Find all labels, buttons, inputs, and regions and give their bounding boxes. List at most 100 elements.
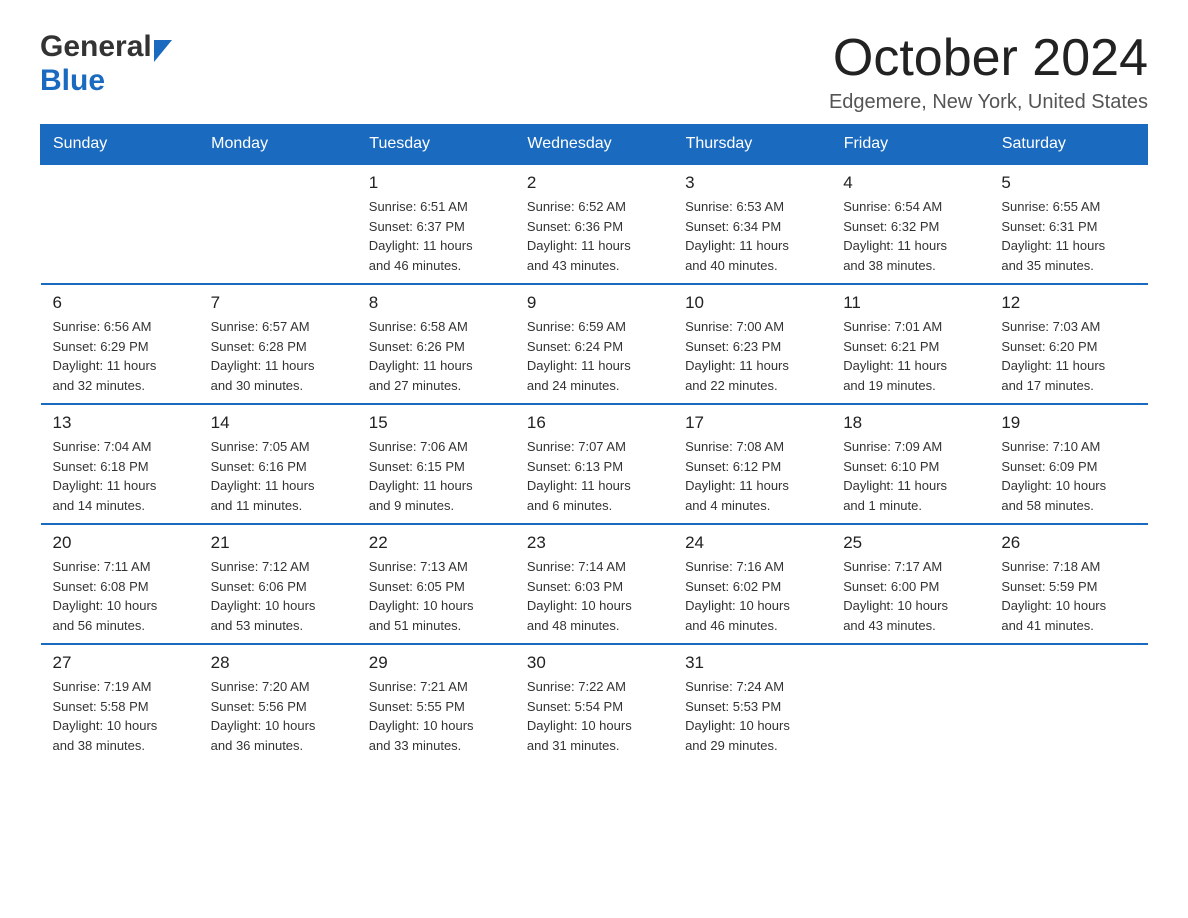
calendar-cell: 21 Sunrise: 7:12 AM Sunset: 6:06 PM Dayli… (199, 524, 357, 644)
day-info: Sunrise: 7:03 AM Sunset: 6:20 PM Dayligh… (1001, 317, 1135, 395)
calendar-cell: 28 Sunrise: 7:20 AM Sunset: 5:56 PM Dayli… (199, 644, 357, 763)
calendar-cell: 13 Sunrise: 7:04 AM Sunset: 6:18 PM Dayli… (41, 404, 199, 524)
calendar-cell (989, 644, 1147, 763)
day-number: 13 (53, 413, 187, 433)
calendar-week-row: 6Sunrise: 6:56 AM Sunset: 6:29 PM Daylig… (41, 284, 1148, 404)
day-info: Sunrise: 6:57 AM Sunset: 6:28 PM Dayligh… (211, 317, 345, 395)
day-number: 29 (369, 653, 503, 673)
day-info: Sunrise: 7:00 AM Sunset: 6:23 PM Dayligh… (685, 317, 819, 395)
day-number: 16 (527, 413, 661, 433)
day-number: 24 (685, 533, 819, 553)
calendar-cell: 30Sunrise: 7:22 AM Sunset: 5:54 PM Dayli… (515, 644, 673, 763)
day-info: Sunrise: 6:56 AM Sunset: 6:29 PM Dayligh… (53, 317, 187, 395)
day-info: Sunrise: 6:51 AM Sunset: 6:37 PM Dayligh… (369, 197, 503, 275)
day-number: 10 (685, 293, 819, 313)
calendar-cell: 22 Sunrise: 7:13 AM Sunset: 6:05 PM Dayli… (357, 524, 515, 644)
day-info: Sunrise: 7:21 AM Sunset: 5:55 PM Dayligh… (369, 677, 503, 755)
day-number: 28 (211, 653, 345, 673)
calendar-cell: 17Sunrise: 7:08 AM Sunset: 6:12 PM Dayli… (673, 404, 831, 524)
calendar-week-row: 1 Sunrise: 6:51 AM Sunset: 6:37 PM Daylig… (41, 164, 1148, 284)
day-info: Sunrise: 6:59 AM Sunset: 6:24 PM Dayligh… (527, 317, 661, 395)
day-info: Sunrise: 6:52 AM Sunset: 6:36 PM Dayligh… (527, 197, 661, 275)
calendar-cell: 15 Sunrise: 7:06 AM Sunset: 6:15 PM Dayli… (357, 404, 515, 524)
day-info: Sunrise: 7:18 AM Sunset: 5:59 PM Dayligh… (1001, 557, 1135, 635)
page-subtitle: Edgemere, New York, United States (829, 91, 1148, 114)
page-header: General Blue October 2024 Edgemere, New … (40, 30, 1148, 114)
day-info: Sunrise: 7:12 AM Sunset: 6:06 PM Dayligh… (211, 557, 345, 635)
day-info: Sunrise: 7:07 AM Sunset: 6:13 PM Dayligh… (527, 437, 661, 515)
calendar-cell: 11 Sunrise: 7:01 AM Sunset: 6:21 PM Dayli… (831, 284, 989, 404)
calendar-cell (41, 164, 199, 284)
calendar-cell: 5Sunrise: 6:55 AM Sunset: 6:31 PM Daylig… (989, 164, 1147, 284)
calendar-cell: 25 Sunrise: 7:17 AM Sunset: 6:00 PM Dayli… (831, 524, 989, 644)
calendar-cell: 14 Sunrise: 7:05 AM Sunset: 6:16 PM Dayli… (199, 404, 357, 524)
day-number: 21 (211, 533, 345, 553)
day-number: 8 (369, 293, 503, 313)
header-wednesday: Wednesday (515, 125, 673, 165)
day-number: 17 (685, 413, 819, 433)
day-info: Sunrise: 7:13 AM Sunset: 6:05 PM Dayligh… (369, 557, 503, 635)
calendar-cell: 19Sunrise: 7:10 AM Sunset: 6:09 PM Dayli… (989, 404, 1147, 524)
day-number: 3 (685, 173, 819, 193)
day-number: 9 (527, 293, 661, 313)
calendar-week-row: 27 Sunrise: 7:19 AM Sunset: 5:58 PM Dayli… (41, 644, 1148, 763)
calendar-cell: 12 Sunrise: 7:03 AM Sunset: 6:20 PM Dayli… (989, 284, 1147, 404)
day-info: Sunrise: 7:09 AM Sunset: 6:10 PM Dayligh… (843, 437, 977, 515)
header-thursday: Thursday (673, 125, 831, 165)
calendar-cell: 10 Sunrise: 7:00 AM Sunset: 6:23 PM Dayli… (673, 284, 831, 404)
day-number: 5 (1001, 173, 1135, 193)
header-saturday: Saturday (989, 125, 1147, 165)
day-number: 12 (1001, 293, 1135, 313)
header-tuesday: Tuesday (357, 125, 515, 165)
day-info: Sunrise: 7:10 AM Sunset: 6:09 PM Dayligh… (1001, 437, 1135, 515)
calendar-cell: 24 Sunrise: 7:16 AM Sunset: 6:02 PM Dayli… (673, 524, 831, 644)
day-number: 14 (211, 413, 345, 433)
day-info: Sunrise: 7:19 AM Sunset: 5:58 PM Dayligh… (53, 677, 187, 755)
day-info: Sunrise: 7:16 AM Sunset: 6:02 PM Dayligh… (685, 557, 819, 635)
day-info: Sunrise: 7:24 AM Sunset: 5:53 PM Dayligh… (685, 677, 819, 755)
day-number: 23 (527, 533, 661, 553)
day-info: Sunrise: 7:01 AM Sunset: 6:21 PM Dayligh… (843, 317, 977, 395)
day-number: 25 (843, 533, 977, 553)
day-info: Sunrise: 6:53 AM Sunset: 6:34 PM Dayligh… (685, 197, 819, 275)
calendar-week-row: 20Sunrise: 7:11 AM Sunset: 6:08 PM Dayli… (41, 524, 1148, 644)
day-number: 22 (369, 533, 503, 553)
calendar-cell: 7Sunrise: 6:57 AM Sunset: 6:28 PM Daylig… (199, 284, 357, 404)
calendar-cell: 27 Sunrise: 7:19 AM Sunset: 5:58 PM Dayli… (41, 644, 199, 763)
day-number: 4 (843, 173, 977, 193)
calendar-cell (831, 644, 989, 763)
day-number: 27 (53, 653, 187, 673)
calendar-cell: 29 Sunrise: 7:21 AM Sunset: 5:55 PM Dayli… (357, 644, 515, 763)
day-number: 11 (843, 293, 977, 313)
day-info: Sunrise: 7:17 AM Sunset: 6:00 PM Dayligh… (843, 557, 977, 635)
logo-general-text: General (40, 30, 152, 64)
header-sunday: Sunday (41, 125, 199, 165)
logo-blue-text: Blue (40, 64, 105, 98)
calendar-table: SundayMondayTuesdayWednesdayThursdayFrid… (40, 124, 1148, 763)
calendar-cell: 1 Sunrise: 6:51 AM Sunset: 6:37 PM Daylig… (357, 164, 515, 284)
day-info: Sunrise: 6:54 AM Sunset: 6:32 PM Dayligh… (843, 197, 977, 275)
logo-arrow-icon (154, 40, 172, 62)
calendar-cell: 20Sunrise: 7:11 AM Sunset: 6:08 PM Dayli… (41, 524, 199, 644)
calendar-cell (199, 164, 357, 284)
day-info: Sunrise: 7:04 AM Sunset: 6:18 PM Dayligh… (53, 437, 187, 515)
day-number: 26 (1001, 533, 1135, 553)
day-info: Sunrise: 7:11 AM Sunset: 6:08 PM Dayligh… (53, 557, 187, 635)
day-number: 1 (369, 173, 503, 193)
day-number: 15 (369, 413, 503, 433)
calendar-cell: 9 Sunrise: 6:59 AM Sunset: 6:24 PM Daylig… (515, 284, 673, 404)
day-info: Sunrise: 7:20 AM Sunset: 5:56 PM Dayligh… (211, 677, 345, 755)
calendar-cell: 2 Sunrise: 6:52 AM Sunset: 6:36 PM Daylig… (515, 164, 673, 284)
page-title: October 2024 (829, 30, 1148, 87)
calendar-cell: 31 Sunrise: 7:24 AM Sunset: 5:53 PM Dayli… (673, 644, 831, 763)
calendar-header-row: SundayMondayTuesdayWednesdayThursdayFrid… (41, 125, 1148, 165)
calendar-week-row: 13 Sunrise: 7:04 AM Sunset: 6:18 PM Dayli… (41, 404, 1148, 524)
calendar-cell: 26 Sunrise: 7:18 AM Sunset: 5:59 PM Dayli… (989, 524, 1147, 644)
day-info: Sunrise: 7:05 AM Sunset: 6:16 PM Dayligh… (211, 437, 345, 515)
logo: General Blue (40, 30, 172, 98)
day-info: Sunrise: 6:58 AM Sunset: 6:26 PM Dayligh… (369, 317, 503, 395)
day-info: Sunrise: 7:06 AM Sunset: 6:15 PM Dayligh… (369, 437, 503, 515)
day-number: 31 (685, 653, 819, 673)
title-section: October 2024 Edgemere, New York, United … (829, 30, 1148, 114)
day-number: 2 (527, 173, 661, 193)
